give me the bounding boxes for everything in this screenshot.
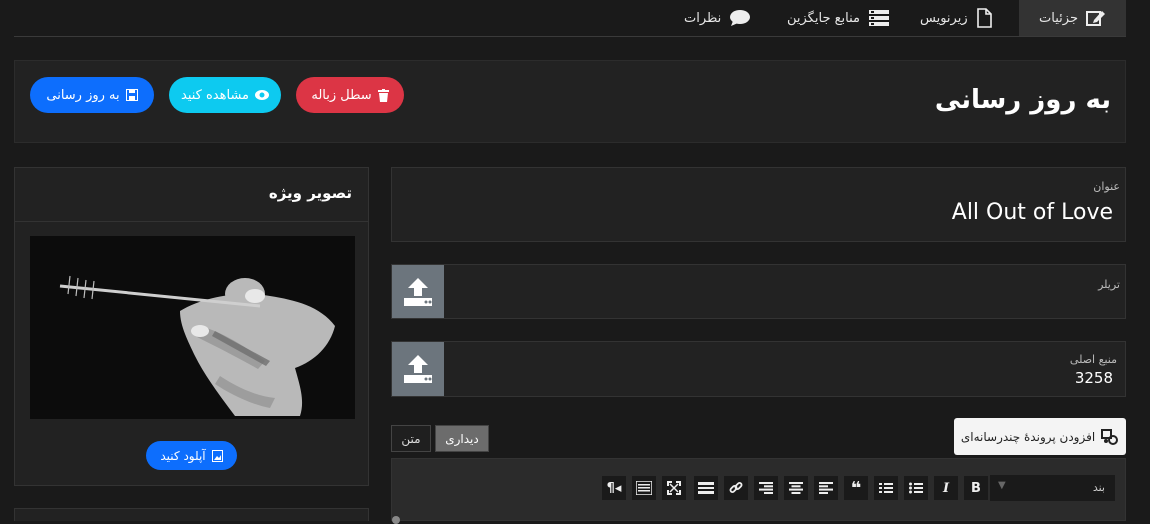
- add-media-button[interactable]: افزودن پروندهٔ چندرسانه‌ای: [954, 418, 1126, 455]
- tab-alternative-sources[interactable]: منابع جایگزین: [787, 0, 890, 36]
- tab-subtitles[interactable]: زیرنویس: [920, 0, 992, 36]
- update-button[interactable]: به روز رسانی: [30, 77, 154, 113]
- add-media-label: افزودن پروندهٔ چندرسانه‌ای: [960, 429, 1096, 444]
- toolbar-toggle-button[interactable]: [632, 476, 656, 500]
- comment-icon: [730, 10, 751, 26]
- featured-image: [30, 236, 355, 419]
- title-field[interactable]: عنوان All Out of Love: [391, 167, 1126, 242]
- paragraph-format-select[interactable]: بند ▼: [990, 475, 1115, 501]
- view-button-label: مشاهده کنید: [181, 87, 250, 103]
- save-icon: [125, 89, 138, 101]
- italic-button[interactable]: I: [934, 476, 958, 500]
- title-field-value[interactable]: All Out of Love: [952, 200, 1113, 225]
- align-right-icon: [759, 482, 773, 494]
- source-field-value[interactable]: 3258: [1075, 369, 1113, 387]
- upload-image-button[interactable]: آپلود کنید: [146, 441, 237, 470]
- tab-details[interactable]: جزئیات: [1019, 0, 1126, 36]
- tab-comments[interactable]: نظرات: [684, 0, 751, 36]
- align-left-icon: [819, 482, 833, 494]
- title-field-label: عنوان: [1093, 180, 1120, 193]
- link-icon: [729, 482, 743, 493]
- tab-label: منابع جایگزین: [787, 10, 860, 26]
- paragraph-select-value: بند: [1092, 481, 1105, 494]
- source-upload-button[interactable]: [392, 342, 444, 396]
- visual-tab[interactable]: دیداری: [435, 425, 489, 452]
- featured-image-heading: تصویر ویژه: [268, 184, 352, 202]
- image-file-icon: [211, 449, 223, 462]
- tab-label: نظرات: [684, 10, 722, 26]
- italic-icon: I: [942, 480, 950, 496]
- bold-icon: B: [971, 480, 981, 496]
- upload-icon: [404, 277, 432, 306]
- tab-divider: [14, 36, 1126, 37]
- insert-link-button[interactable]: [724, 476, 748, 500]
- quote-icon: ❝: [850, 477, 862, 499]
- align-right-button[interactable]: [754, 476, 778, 500]
- secondary-card: [14, 508, 369, 521]
- fullscreen-icon: [667, 481, 681, 495]
- read-more-icon: [698, 482, 714, 494]
- trailer-field-label: تریلر: [1098, 278, 1120, 291]
- server-icon: [869, 10, 889, 26]
- upload-image-label: آپلود کنید: [160, 448, 206, 463]
- trailer-upload-button[interactable]: [392, 265, 444, 318]
- tab-bar: جزئیات زیرنویس منابع جایگزین نظرات: [0, 0, 1150, 36]
- featured-image-card: تصویر ویژه آپلود کنید: [14, 167, 369, 486]
- trash-button-label: سطل زباله: [311, 87, 372, 103]
- bullet-list-button[interactable]: [904, 476, 928, 500]
- text-direction-button[interactable]: ¶◂: [602, 476, 626, 500]
- trash-button[interactable]: سطل زباله: [296, 77, 404, 113]
- trailer-field[interactable]: تریلر: [391, 264, 1126, 319]
- paragraph-rtl-icon: ¶◂: [606, 480, 622, 496]
- fullscreen-button[interactable]: [662, 476, 686, 500]
- source-field-label: منبع اصلی: [1069, 353, 1117, 366]
- editor-resize-handle[interactable]: [392, 516, 400, 524]
- keyboard-icon: [636, 481, 652, 495]
- chevron-down-icon: ▼: [998, 480, 1006, 491]
- bold-button[interactable]: B: [964, 476, 988, 500]
- eye-icon: [255, 90, 270, 100]
- view-button[interactable]: مشاهده کنید: [169, 77, 281, 113]
- numbered-list-icon: [879, 483, 893, 493]
- card-divider: [15, 221, 368, 222]
- trash-icon: [377, 88, 389, 102]
- page-title: به روز رسانی: [934, 85, 1111, 115]
- bullet-list-icon: [909, 482, 923, 494]
- align-center-icon: [789, 482, 803, 494]
- content-editor[interactable]: بند ▼ B I ❝ ¶◂: [391, 458, 1126, 524]
- page-header: به روز رسانی سطل زباله مشاهده کنید به رو…: [14, 60, 1126, 143]
- align-left-button[interactable]: [814, 476, 838, 500]
- main-source-field[interactable]: منبع اصلی 3258: [391, 341, 1126, 397]
- file-icon: [976, 8, 992, 28]
- tab-label: جزئیات: [1039, 10, 1078, 26]
- guitarist-photo: [30, 236, 355, 419]
- edit-icon: [1085, 11, 1105, 26]
- blockquote-button[interactable]: ❝: [844, 476, 868, 500]
- numbered-list-button[interactable]: [874, 476, 898, 500]
- update-button-label: به روز رسانی: [46, 87, 120, 103]
- text-tab[interactable]: متن: [391, 425, 431, 452]
- read-more-button[interactable]: [694, 476, 718, 500]
- tab-label: زیرنویس: [920, 10, 968, 26]
- media-icon: [1101, 428, 1119, 445]
- align-center-button[interactable]: [784, 476, 808, 500]
- upload-icon: [404, 355, 432, 383]
